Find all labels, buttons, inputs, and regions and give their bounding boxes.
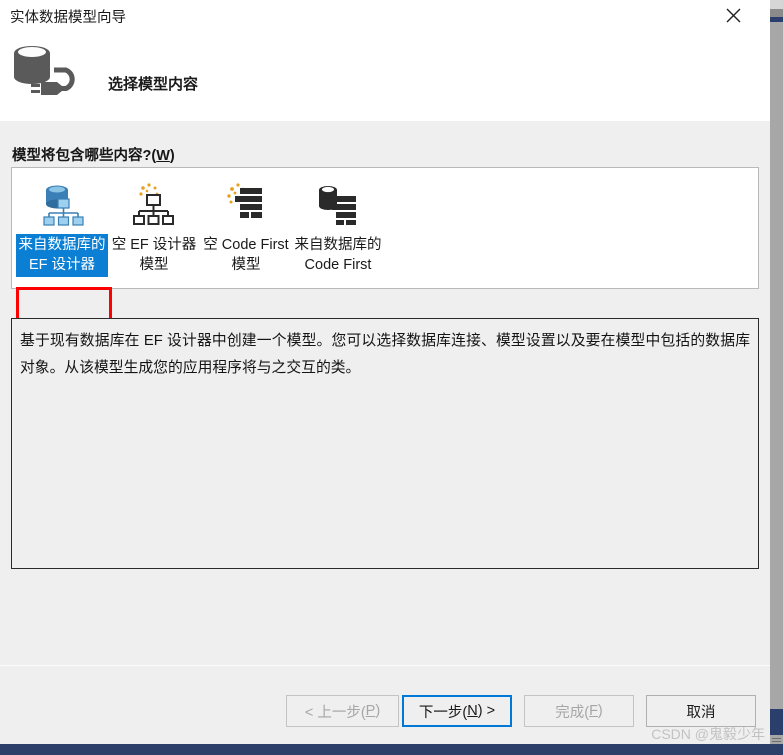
finish-button-label: 完成(	[555, 704, 590, 721]
previous-button-accel: P	[365, 703, 376, 719]
database-code-list-icon	[292, 180, 384, 230]
template-item-empty-code-first-model[interactable]: 空 Code First 模型	[200, 172, 292, 277]
database-plug-icon	[8, 39, 80, 105]
close-button[interactable]	[710, 0, 756, 31]
finish-button[interactable]: 完成(F)	[524, 695, 634, 727]
entity-data-model-wizard-window: 实体数据模型向导 选择模型内容 模型将包含哪些内容?(W) 来自数据库的 EF …	[0, 0, 783, 755]
wizard-header: 选择模型内容	[0, 31, 770, 121]
prompt-label: 模型将包含哪些内容?(W)	[12, 144, 175, 165]
scrollbar-accent	[770, 17, 783, 22]
template-item-label: 空 Code First 模型	[203, 237, 289, 273]
finish-button-suffix: )	[597, 703, 603, 719]
template-item-label: 空 EF 设计器 模型	[111, 237, 197, 273]
next-button[interactable]: 下一步(N) >	[402, 695, 512, 727]
finish-button-accel: F	[589, 703, 598, 719]
scrollbar-track-top	[770, 0, 783, 9]
template-list: 来自数据库的 EF 设计器 空 EF 设计器 模型 空 Code First 模…	[12, 168, 384, 277]
window-title: 实体数据模型向导	[10, 10, 126, 26]
prompt-label-accel: W	[156, 148, 170, 164]
close-icon	[726, 8, 741, 23]
cancel-button-label: 取消	[686, 704, 716, 721]
previous-button-suffix: )	[375, 703, 381, 719]
title-bar: 实体数据模型向导	[0, 0, 770, 31]
template-item-code-first-from-database[interactable]: 来自数据库的 Code First	[292, 172, 384, 277]
watermark: CSDN @鬼毅少年	[651, 726, 765, 742]
prompt-label-suffix: )	[169, 148, 175, 164]
wizard-body: 模型将包含哪些内容?(W) 来自数据库的 EF 设计器 空 EF 设计器 模型 …	[0, 121, 770, 665]
database-hierarchy-icon	[16, 180, 108, 230]
next-button-accel: N	[467, 703, 478, 719]
previous-button[interactable]: < 上一步(P)	[286, 695, 399, 727]
template-item-label: 来自数据库的 Code First	[294, 237, 382, 273]
description-text: 基于现有数据库在 EF 设计器中创建一个模型。您可以选择数据库连接、模型设置以及…	[20, 333, 750, 376]
template-chooser-listbox[interactable]: 来自数据库的 EF 设计器 空 EF 设计器 模型 空 Code First 模…	[11, 167, 759, 289]
description-panel: 基于现有数据库在 EF 设计器中创建一个模型。您可以选择数据库连接、模型设置以及…	[11, 318, 759, 569]
scrollbar-lower-accent	[770, 709, 783, 735]
window-scrollbar[interactable]	[770, 0, 783, 755]
template-item-label: 来自数据库的 EF 设计器	[16, 234, 108, 277]
hierarchy-sparkle-icon	[108, 180, 200, 230]
code-list-sparkle-icon	[200, 180, 292, 230]
template-item-empty-ef-designer-model[interactable]: 空 EF 设计器 模型	[108, 172, 200, 277]
scrollbar-thumb[interactable]	[770, 9, 783, 17]
cancel-button[interactable]: 取消	[646, 695, 756, 727]
template-item-ef-designer-from-database[interactable]: 来自数据库的 EF 设计器	[16, 172, 108, 277]
next-button-label: 下一步(	[418, 704, 468, 721]
prompt-label-prefix: 模型将包含哪些内容?(	[12, 148, 157, 164]
page-title: 选择模型内容	[108, 76, 199, 93]
previous-button-label: < 上一步(	[304, 704, 366, 721]
taskbar	[0, 744, 783, 755]
next-button-suffix: ) >	[477, 703, 496, 719]
